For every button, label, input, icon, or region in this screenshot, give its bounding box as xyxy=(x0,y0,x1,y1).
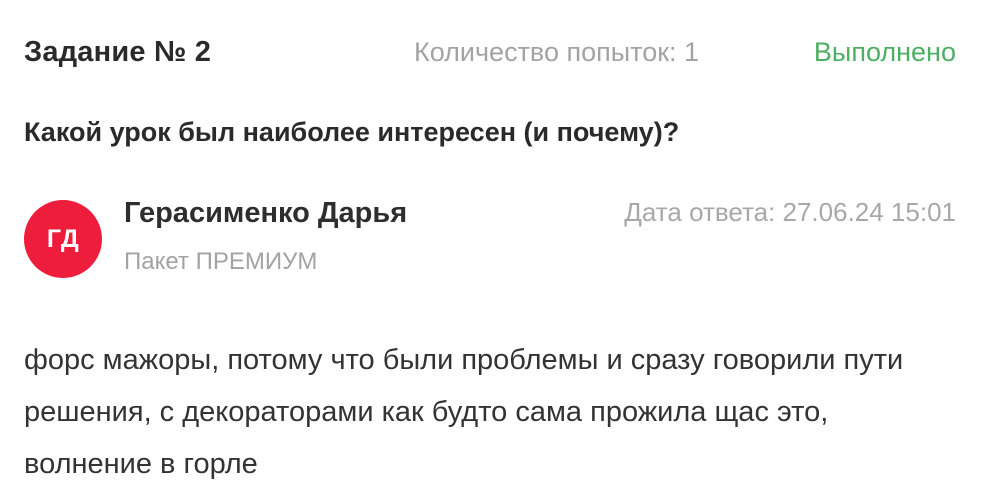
question-text: Какой урок был наиболее интересен (и поч… xyxy=(24,117,680,147)
author-package: Пакет ПРЕМИУМ xyxy=(124,248,318,275)
attempts-count: Количество попыток: 1 xyxy=(414,37,700,67)
answer-date: Дата ответа: 27.06.24 15:01 xyxy=(624,197,956,227)
avatar: ГД xyxy=(24,200,102,278)
avatar-initials: ГД xyxy=(46,224,80,253)
task-title: Задание № 2 xyxy=(24,36,212,68)
answer-text: форс мажоры, потому что были проблемы и … xyxy=(24,344,904,480)
author-name: Герасименко Дарья xyxy=(124,197,408,229)
task-card: Задание № 2 Количество попыток: 1 Выполн… xyxy=(0,0,981,488)
status-badge: Выполнено xyxy=(813,37,956,67)
